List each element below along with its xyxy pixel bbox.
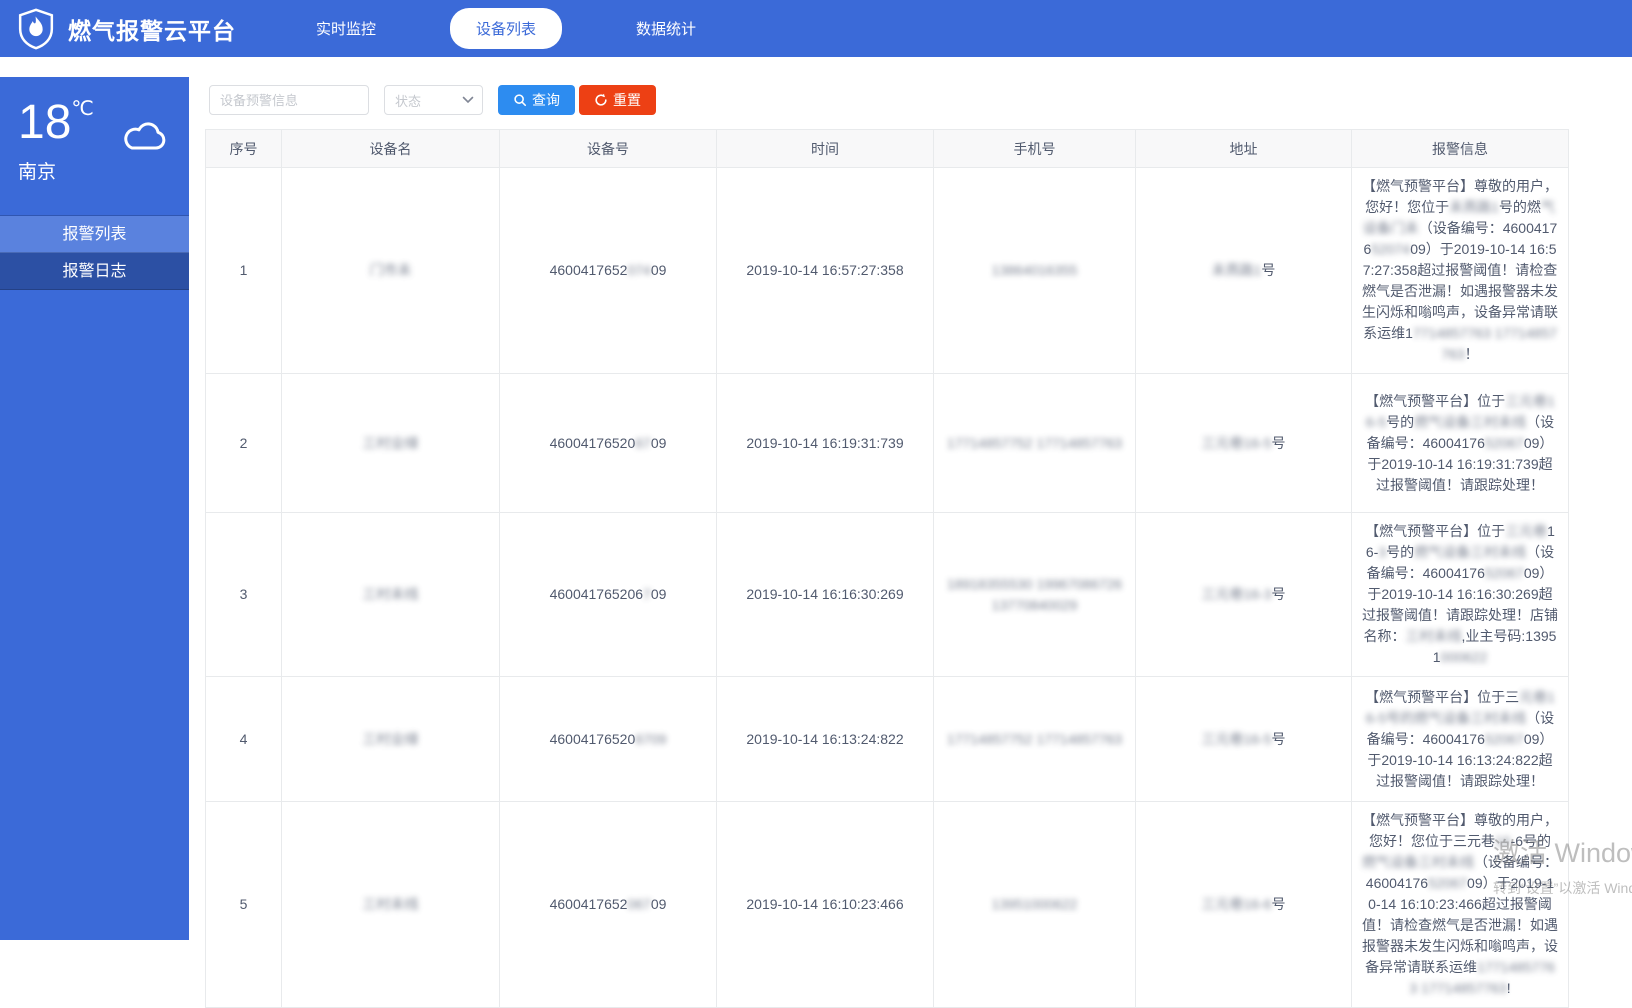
cell-address: 三元巷16-6号 <box>1136 802 1352 1008</box>
cell-device-no: 460041765206709 <box>500 677 717 802</box>
search-icon <box>513 93 527 107</box>
cell-alarm-message: 【燃气预警平台】尊敬的用户，您好！您位于三元巷16-6号的燃气设备三村未线（设备… <box>1352 802 1569 1008</box>
table-row: 1门市未4600417652074092019-10-14 16:57:27:3… <box>206 168 1569 374</box>
cell-address: 未燕路1号 <box>1136 168 1352 374</box>
table-row: 5三村未线4600417652067092019-10-14 16:10:23:… <box>206 802 1569 1008</box>
reset-button-label: 重置 <box>613 90 641 110</box>
column-header: 时间 <box>717 130 934 168</box>
status-select-placeholder: 状态 <box>395 91 421 110</box>
cell-alarm-message: 【燃气预警平台】位于三元巷16-5号的燃气设备三村未线（设备编号：4600417… <box>1352 677 1569 802</box>
cell-address: 三元巷16-5号 <box>1136 374 1352 513</box>
table-row: 4三村业缐4600417652067092019-10-14 16:13:24:… <box>206 677 1569 802</box>
table-body: 1门市未4600417652074092019-10-14 16:57:27:3… <box>206 168 1569 1008</box>
cell-time: 2019-10-14 16:19:31:739 <box>717 374 934 513</box>
column-header: 地址 <box>1136 130 1352 168</box>
alarm-keyword-input[interactable] <box>209 85 369 115</box>
cell-alarm-message: 【燃气预警平台】位于三元巷16-3号的燃气设备三村未线（设备编号：4600417… <box>1352 513 1569 677</box>
table-row: 3三村未线4600417652067092019-10-14 16:16:30:… <box>206 513 1569 677</box>
chevron-down-icon <box>462 96 474 104</box>
cloud-icon <box>121 119 167 158</box>
cell-phone: 13864016355 <box>934 168 1136 374</box>
sidebar-item-alarm-list[interactable]: 报警列表 <box>0 216 189 253</box>
cell-address: 三元巷16-5号 <box>1136 677 1352 802</box>
cell-index: 3 <box>206 513 282 677</box>
cell-device-no: 460041765206709 <box>500 374 717 513</box>
temperature-unit: ℃ <box>71 97 93 121</box>
nav-item-realtime-monitor[interactable]: 实时监控 <box>290 8 402 49</box>
weather-widget: 18 ℃ 南京 <box>0 77 189 215</box>
cell-phone: 17714857752 17714857763 <box>934 374 1136 513</box>
cell-device-name: 三村未线 <box>282 513 500 677</box>
status-select[interactable]: 状态 <box>384 85 483 115</box>
cell-device-name: 三村未线 <box>282 802 500 1008</box>
cell-time: 2019-10-14 16:57:27:358 <box>717 168 934 374</box>
column-header: 设备名 <box>282 130 500 168</box>
shield-flame-logo-icon <box>16 8 56 50</box>
nav-item-data-statistics[interactable]: 数据统计 <box>610 8 722 49</box>
cell-index: 5 <box>206 802 282 1008</box>
app-title: 燃气报警云平台 <box>68 12 236 46</box>
cell-alarm-message: 【燃气预警平台】尊敬的用户，您好！您位于未燕路1号的燃气设备门未（设备编号：46… <box>1352 168 1569 374</box>
alarm-log-table: 序号设备名设备号时间手机号地址报警信息 1门市未4600417652074092… <box>205 129 1568 1008</box>
sidebar-menu: 报警列表 报警日志 <box>0 215 189 290</box>
filter-bar: 状态 查询 重置 <box>209 85 656 115</box>
sidebar-item-alarm-log[interactable]: 报警日志 <box>0 253 189 290</box>
cell-device-no: 460041765206709 <box>500 513 717 677</box>
top-nav: 实时监控 设备列表 数据统计 <box>290 8 722 49</box>
cell-index: 1 <box>206 168 282 374</box>
table-row: 2三村业缐4600417652067092019-10-14 16:19:31:… <box>206 374 1569 513</box>
column-header: 序号 <box>206 130 282 168</box>
cell-phone: 17714857752 17714857763 <box>934 677 1136 802</box>
cell-device-name: 三村业缐 <box>282 374 500 513</box>
cell-time: 2019-10-14 16:10:23:466 <box>717 802 934 1008</box>
nav-item-device-list[interactable]: 设备列表 <box>450 8 562 49</box>
column-header: 报警信息 <box>1352 130 1569 168</box>
column-header: 设备号 <box>500 130 717 168</box>
cell-device-no: 460041765206709 <box>500 802 717 1008</box>
brand: 燃气报警云平台 <box>0 8 290 50</box>
cell-index: 4 <box>206 677 282 802</box>
cell-alarm-message: 【燃气预警平台】位于三元巷16-5号的燃气设备三村未线（设备编号：4600417… <box>1352 374 1569 513</box>
reset-button[interactable]: 重置 <box>579 85 656 115</box>
table-head-row: 序号设备名设备号时间手机号地址报警信息 <box>206 130 1569 168</box>
column-header: 手机号 <box>934 130 1136 168</box>
cell-index: 2 <box>206 374 282 513</box>
refresh-icon <box>594 93 608 107</box>
temperature-value: 18 <box>18 95 71 151</box>
cell-device-no: 460041765207409 <box>500 168 717 374</box>
cell-phone: 13951000622 <box>934 802 1136 1008</box>
cell-phone: 18918355530 19967086726 13770840029 <box>934 513 1136 677</box>
cell-device-name: 门市未 <box>282 168 500 374</box>
cell-time: 2019-10-14 16:13:24:822 <box>717 677 934 802</box>
cell-address: 三元巷16-3号 <box>1136 513 1352 677</box>
city-label: 南京 <box>18 157 189 184</box>
search-button-label: 查询 <box>532 90 560 110</box>
cell-time: 2019-10-14 16:16:30:269 <box>717 513 934 677</box>
search-button[interactable]: 查询 <box>498 85 575 115</box>
cell-device-name: 三村业缐 <box>282 677 500 802</box>
sidebar: 18 ℃ 南京 报警列表 报警日志 <box>0 77 189 940</box>
top-navbar: 燃气报警云平台 实时监控 设备列表 数据统计 <box>0 0 1632 57</box>
